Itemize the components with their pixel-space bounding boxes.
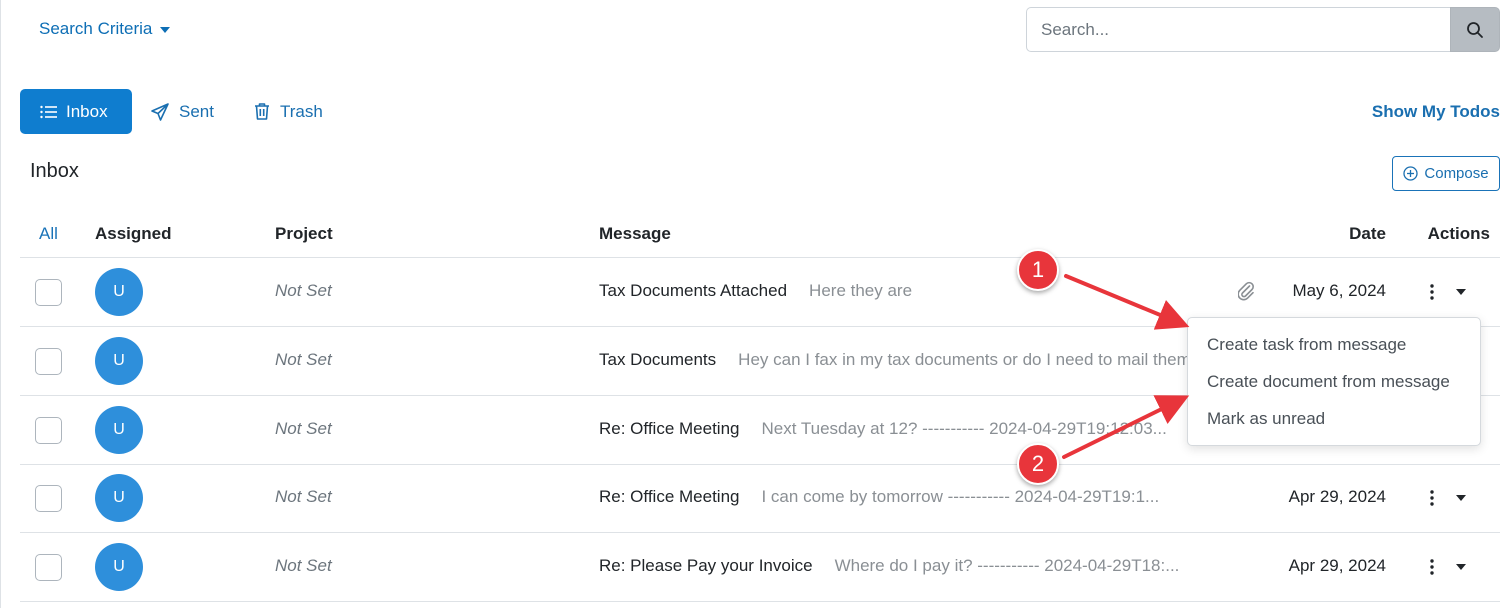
row-checkbox[interactable] <box>35 485 62 512</box>
column-header-date: Date <box>1349 224 1386 243</box>
plus-circle-icon <box>1403 166 1419 181</box>
search-icon <box>1467 21 1483 38</box>
table-header: All Assigned Project Message Date Action… <box>20 210 1500 258</box>
date-cell: Apr 29, 2024 <box>1288 556 1386 575</box>
avatar: U <box>95 474 143 522</box>
tab-inbox[interactable]: Inbox <box>20 89 132 134</box>
message-subject: Re: Office Meeting <box>599 419 740 438</box>
search-criteria-dropdown[interactable]: Search Criteria <box>39 18 171 40</box>
trash-icon <box>255 103 269 120</box>
menu-item-mark-unread[interactable]: Mark as unread <box>1188 400 1480 437</box>
message-cell[interactable]: Tax Documents Hey can I fax in my tax doc… <box>599 350 1214 370</box>
search-criteria-label: Search Criteria <box>39 19 153 38</box>
more-options-icon[interactable] <box>1426 555 1438 579</box>
message-subject: Re: Office Meeting <box>599 487 740 506</box>
message-cell[interactable]: Tax Documents Attached Here they are <box>599 281 1214 301</box>
more-options-icon[interactable] <box>1426 486 1438 510</box>
show-my-todos-link[interactable]: Show My Todos <box>1372 102 1500 122</box>
tab-label: Trash <box>280 101 323 121</box>
avatar: U <box>95 543 143 591</box>
send-icon <box>151 102 169 121</box>
project-cell: Not Set <box>275 350 332 369</box>
project-cell: Not Set <box>275 487 332 506</box>
row-checkbox[interactable] <box>35 279 62 306</box>
chevron-down-icon[interactable] <box>1456 289 1466 295</box>
message-preview: Next Tuesday at 12? ----------- 2024-04-… <box>761 419 1167 438</box>
column-header-assigned: Assigned <box>95 224 172 243</box>
row-checkbox[interactable] <box>35 417 62 444</box>
message-cell[interactable]: Re: Office Meeting Next Tuesday at 12? --… <box>599 419 1214 439</box>
caret-down-icon <box>160 27 171 33</box>
tab-label: Inbox <box>66 101 108 121</box>
message-cell[interactable]: Re: Please Pay your Invoice Where do I pa… <box>599 556 1214 576</box>
select-all-link[interactable]: All <box>39 224 58 244</box>
tab-sent[interactable]: Sent <box>150 89 214 134</box>
avatar: U <box>95 406 143 454</box>
column-header-project: Project <box>275 224 333 243</box>
row-checkbox[interactable] <box>35 554 62 581</box>
row-checkbox[interactable] <box>35 348 62 375</box>
chevron-down-icon[interactable] <box>1456 495 1466 501</box>
menu-item-create-document[interactable]: Create document from message <box>1188 363 1480 400</box>
table-row[interactable]: U Not Set Re: Please Pay your Invoice Whe… <box>20 533 1500 602</box>
date-cell: May 6, 2024 <box>1292 281 1386 300</box>
search-bar <box>1026 7 1500 52</box>
tab-trash[interactable]: Trash <box>253 89 323 134</box>
search-input[interactable] <box>1026 7 1450 52</box>
avatar: U <box>95 337 143 385</box>
column-header-actions: Actions <box>1427 224 1490 243</box>
date-cell: Apr 29, 2024 <box>1288 487 1386 506</box>
project-cell: Not Set <box>275 419 332 438</box>
tab-label: Sent <box>179 101 214 121</box>
message-preview: Where do I pay it? ----------- 2024-04-2… <box>834 556 1180 575</box>
project-cell: Not Set <box>275 281 332 300</box>
project-cell: Not Set <box>275 556 332 575</box>
message-subject: Re: Please Pay your Invoice <box>599 556 813 575</box>
column-header-message: Message <box>599 224 671 243</box>
table-row[interactable]: U Not Set Re: Office Meeting I can come b… <box>20 464 1500 533</box>
message-subject: Tax Documents Attached <box>599 281 788 300</box>
avatar: U <box>95 268 143 316</box>
chevron-down-icon[interactable] <box>1456 564 1466 570</box>
menu-item-create-task[interactable]: Create task from message <box>1188 326 1480 363</box>
search-button[interactable] <box>1450 7 1500 52</box>
page-title: Inbox <box>30 160 79 182</box>
list-icon <box>40 105 57 118</box>
compose-button[interactable]: Compose <box>1392 156 1500 191</box>
message-preview: Here they are <box>809 281 913 300</box>
page-left-border <box>0 0 1 608</box>
message-preview: I can come by tomorrow ----------- 2024-… <box>761 487 1160 506</box>
more-options-icon[interactable] <box>1426 280 1438 304</box>
callout-badge-1: 1 <box>1017 249 1059 291</box>
compose-label: Compose <box>1424 165 1489 182</box>
message-subject: Tax Documents <box>599 350 717 369</box>
message-preview: Hey can I fax in my tax documents or do … <box>738 350 1201 369</box>
callout-badge-2: 2 <box>1017 443 1059 485</box>
message-cell[interactable]: Re: Office Meeting I can come by tomorrow… <box>599 487 1214 507</box>
paperclip-icon <box>1238 281 1254 301</box>
message-actions-menu: Create task from message Create document… <box>1187 317 1481 446</box>
